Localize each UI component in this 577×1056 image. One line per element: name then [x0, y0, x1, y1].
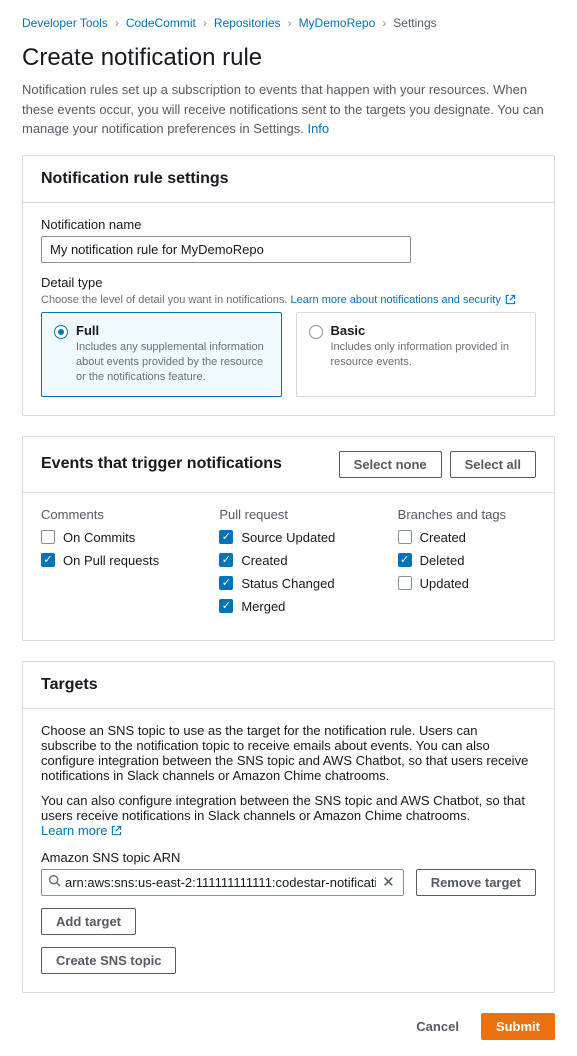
events-col-branches: Branches and tags Created Deleted Update…	[398, 507, 536, 622]
learn-more-link[interactable]: Learn more	[41, 823, 122, 838]
event-on-pull-requests[interactable]: On Pull requests	[41, 553, 179, 568]
event-label: On Commits	[63, 530, 135, 545]
create-sns-topic-button[interactable]: Create SNS topic	[41, 947, 176, 974]
notification-name-input[interactable]	[41, 236, 411, 263]
breadcrumb-current: Settings	[393, 16, 436, 30]
event-branch-updated[interactable]: Updated	[398, 576, 536, 591]
detail-type-full[interactable]: Full Includes any supplemental informati…	[41, 312, 282, 397]
detail-security-link[interactable]: Learn more about notifications and secur…	[291, 294, 516, 306]
event-label: Source Updated	[241, 530, 335, 545]
event-pr-created[interactable]: Created	[219, 553, 357, 568]
checkbox-icon	[41, 530, 55, 544]
chevron-right-icon: ›	[288, 16, 292, 30]
panel-settings: Notification rule settings Notification …	[22, 155, 555, 416]
add-target-button[interactable]: Add target	[41, 908, 136, 935]
chevron-right-icon: ›	[382, 16, 386, 30]
arn-input-wrap[interactable]: ✕	[41, 869, 404, 896]
checkbox-icon	[41, 553, 55, 567]
event-source-updated[interactable]: Source Updated	[219, 530, 357, 545]
external-link-icon	[505, 294, 516, 305]
detail-type-label: Detail type	[41, 275, 536, 290]
submit-button[interactable]: Submit	[481, 1013, 555, 1040]
radio-desc: Includes only information provided in re…	[331, 340, 524, 371]
chevron-right-icon: ›	[115, 16, 119, 30]
events-col-comments: Comments On Commits On Pull requests	[41, 507, 179, 622]
event-branch-created[interactable]: Created	[398, 530, 536, 545]
checkbox-icon	[219, 576, 233, 590]
arn-label: Amazon SNS topic ARN	[41, 850, 536, 865]
targets-desc-2: You can also configure integration betwe…	[41, 793, 536, 838]
chevron-right-icon: ›	[203, 16, 207, 30]
panel-heading: Targets	[41, 676, 98, 694]
select-none-button[interactable]: Select none	[339, 451, 442, 478]
footer-actions: Cancel Submit	[22, 1013, 555, 1040]
event-on-commits[interactable]: On Commits	[41, 530, 179, 545]
external-link-icon	[111, 825, 122, 836]
event-branch-deleted[interactable]: Deleted	[398, 553, 536, 568]
radio-desc: Includes any supplemental information ab…	[76, 340, 269, 386]
arn-input[interactable]	[61, 870, 380, 895]
search-icon	[48, 874, 61, 890]
page-title: Create notification rule	[22, 44, 555, 72]
checkbox-icon	[219, 530, 233, 544]
cancel-button[interactable]: Cancel	[402, 1013, 473, 1040]
checkbox-icon	[398, 576, 412, 590]
select-all-button[interactable]: Select all	[450, 451, 536, 478]
remove-target-button[interactable]: Remove target	[416, 869, 536, 896]
events-col-title: Branches and tags	[398, 507, 536, 522]
detail-type-hint: Choose the level of detail you want in n…	[41, 294, 536, 306]
events-col-title: Comments	[41, 507, 179, 522]
panel-heading: Events that trigger notifications	[41, 455, 282, 473]
radio-icon	[54, 325, 68, 339]
page-subtitle: Notification rules set up a subscription…	[22, 80, 555, 139]
event-status-changed[interactable]: Status Changed	[219, 576, 357, 591]
radio-title: Full	[76, 323, 269, 338]
event-label: Status Changed	[241, 576, 334, 591]
clear-icon[interactable]: ✕	[380, 873, 397, 891]
event-label: Created	[420, 530, 466, 545]
events-col-pull-request: Pull request Source Updated Created Stat…	[219, 507, 357, 622]
panel-heading: Notification rule settings	[41, 170, 229, 188]
events-col-title: Pull request	[219, 507, 357, 522]
checkbox-icon	[219, 599, 233, 613]
detail-type-basic[interactable]: Basic Includes only information provided…	[296, 312, 537, 397]
breadcrumb-link[interactable]: MyDemoRepo	[299, 16, 376, 30]
checkbox-icon	[219, 553, 233, 567]
event-label: On Pull requests	[63, 553, 159, 568]
event-merged[interactable]: Merged	[219, 599, 357, 614]
notification-name-label: Notification name	[41, 217, 536, 232]
breadcrumb-link[interactable]: Developer Tools	[22, 16, 108, 30]
event-label: Merged	[241, 599, 285, 614]
breadcrumb-link[interactable]: Repositories	[214, 16, 281, 30]
event-label: Deleted	[420, 553, 465, 568]
checkbox-icon	[398, 530, 412, 544]
breadcrumb-link[interactable]: CodeCommit	[126, 16, 196, 30]
event-label: Created	[241, 553, 287, 568]
checkbox-icon	[398, 553, 412, 567]
breadcrumb: Developer Tools › CodeCommit › Repositor…	[22, 16, 555, 30]
panel-events: Events that trigger notifications Select…	[22, 436, 555, 641]
event-label: Updated	[420, 576, 469, 591]
panel-targets: Targets Choose an SNS topic to use as th…	[22, 661, 555, 993]
info-link[interactable]: Info	[307, 121, 329, 136]
radio-title: Basic	[331, 323, 524, 338]
radio-icon	[309, 325, 323, 339]
